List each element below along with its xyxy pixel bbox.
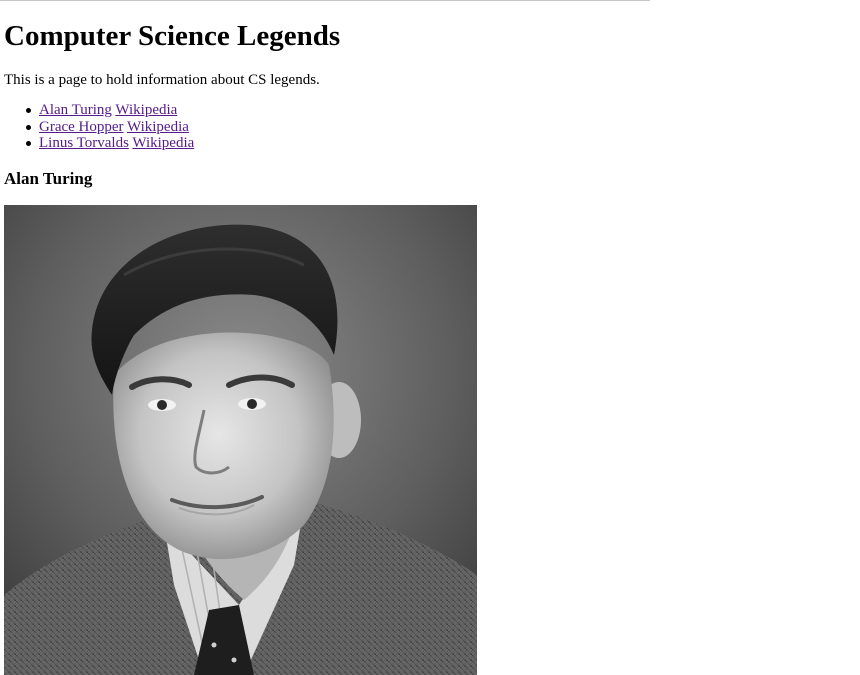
top-divider: [0, 0, 650, 1]
legend-link-grace-hopper[interactable]: Grace Hopper: [39, 119, 124, 135]
legend-link-alan-turing[interactable]: Alan Turing: [39, 102, 112, 118]
portrait-photo: [4, 205, 477, 675]
wikipedia-link-alan-turing[interactable]: Wikipedia: [115, 102, 177, 118]
bullet-icon: [26, 108, 31, 113]
list-item: Grace Hopper Wikipedia: [26, 119, 194, 136]
portrait-image: [4, 205, 477, 675]
wikipedia-link-linus-torvalds[interactable]: Wikipedia: [132, 135, 194, 151]
wikipedia-link-grace-hopper[interactable]: Wikipedia: [127, 119, 189, 135]
bullet-icon: [26, 141, 31, 146]
page-intro: This is a page to hold information about…: [4, 72, 320, 88]
section-heading: Alan Turing: [4, 169, 93, 188]
list-item: Alan Turing Wikipedia: [26, 102, 194, 119]
bullet-icon: [26, 124, 31, 130]
legend-list: Alan Turing Wikipedia Grace Hopper Wikip…: [4, 102, 194, 152]
page-title: Computer Science Legends: [4, 20, 341, 52]
legend-link-linus-torvalds[interactable]: Linus Torvalds: [39, 135, 129, 151]
list-item: Linus Torvalds Wikipedia: [26, 135, 194, 152]
